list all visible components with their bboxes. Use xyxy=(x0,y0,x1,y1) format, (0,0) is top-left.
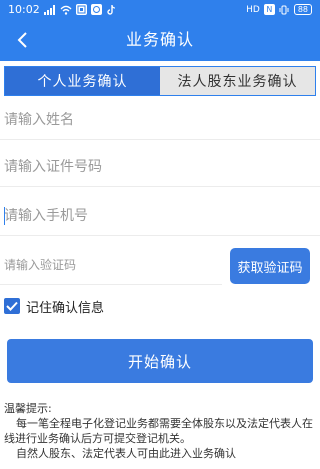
tab-bar: 个人业务确认 法人股东业务确认 xyxy=(4,66,316,96)
battery-icon: 88 xyxy=(293,4,312,15)
remember-label: 记住确认信息 xyxy=(26,300,105,316)
wifi-icon xyxy=(60,4,72,15)
code-field-row xyxy=(0,245,222,285)
chevron-left-icon xyxy=(17,32,27,48)
tab-personal[interactable]: 个人业务确认 xyxy=(5,67,160,95)
status-left: 10:02 xyxy=(8,3,117,16)
nav-bar: 业务确认 xyxy=(0,19,320,61)
phone-field-row xyxy=(0,196,320,236)
vibrate-icon xyxy=(279,4,290,15)
verification-code-input[interactable] xyxy=(4,257,214,272)
tips-line-1: 每一笔全程电子化登记业务都需要全体股东以及法定代表人在线进行业务确认后方可提交登… xyxy=(4,417,313,445)
remember-checkbox[interactable] xyxy=(4,298,20,314)
start-confirm-button[interactable]: 开始确认 xyxy=(7,339,313,383)
message-app-icon xyxy=(90,4,102,15)
status-right: HD N 88 xyxy=(246,4,312,15)
nfc-icon: N xyxy=(263,4,275,15)
network-label: HD xyxy=(246,4,260,15)
tips-section: 温馨提示: 每一笔全程电子化登记业务都需要全体股东以及法定代表人在线进行业务确认… xyxy=(4,401,316,461)
tab-legal-shareholder[interactable]: 法人股东业务确认 xyxy=(160,67,315,95)
tiktok-icon xyxy=(106,4,117,15)
phone-input[interactable] xyxy=(4,207,214,224)
status-bar: 10:02 HD N 88 xyxy=(0,0,320,19)
tips-line-2: 自然人股东、法定代表人可由此进入业务确认 xyxy=(16,447,236,460)
tips-title: 温馨提示: xyxy=(4,402,52,415)
back-button[interactable] xyxy=(8,25,38,55)
status-time: 10:02 xyxy=(8,3,40,16)
signal-icon xyxy=(43,4,56,15)
name-input[interactable] xyxy=(4,111,214,128)
text-caret xyxy=(4,207,5,225)
remember-row[interactable]: 记住确认信息 xyxy=(4,297,105,316)
id-field-row xyxy=(0,147,320,187)
get-code-button[interactable]: 获取验证码 xyxy=(230,248,310,284)
page-title: 业务确认 xyxy=(125,30,194,49)
id-number-input[interactable] xyxy=(4,158,214,175)
notification-app-icon xyxy=(75,4,87,15)
name-field-row xyxy=(0,100,320,140)
checkmark-icon xyxy=(6,301,18,311)
